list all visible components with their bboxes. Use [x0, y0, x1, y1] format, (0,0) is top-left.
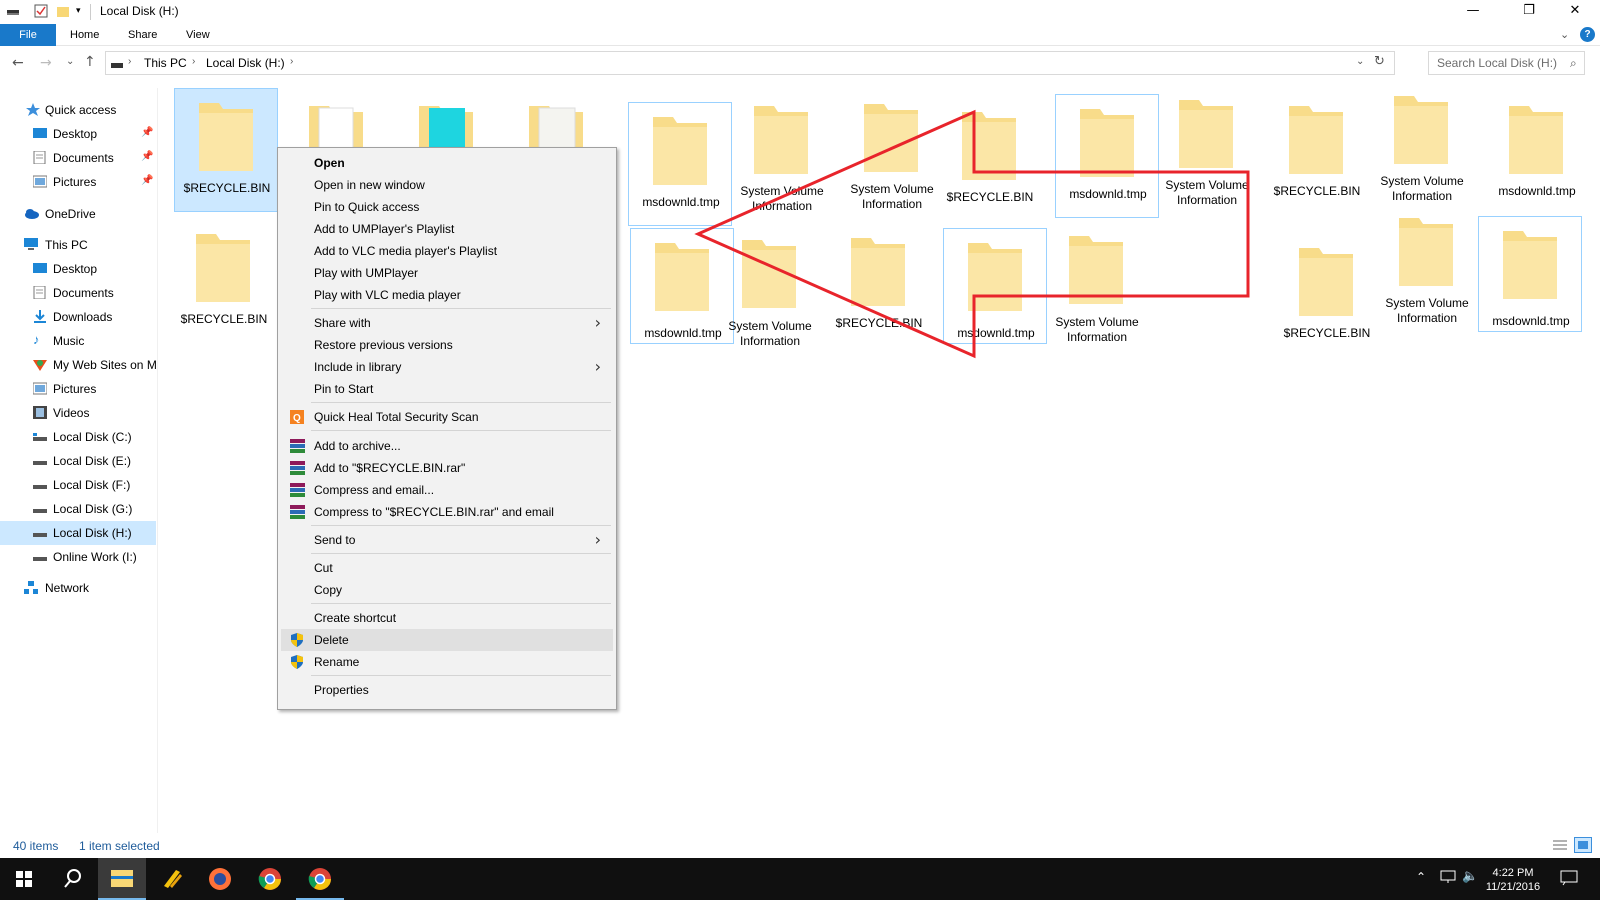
search-button[interactable] [48, 858, 96, 900]
menu-item-play-vlc[interactable]: Play with VLC media player [281, 284, 613, 306]
submenu-arrow-icon: › [594, 357, 601, 376]
details-view-icon[interactable] [1552, 838, 1568, 852]
menu-item-quick-heal[interactable]: Q Quick Heal Total Security Scan [281, 406, 613, 428]
action-center-icon[interactable] [1560, 870, 1578, 886]
winrar-icon [290, 483, 305, 497]
menu-item-send-to[interactable]: Send to › [281, 529, 613, 551]
svg-text:Q: Q [293, 413, 301, 424]
chrome-icon[interactable] [246, 858, 294, 900]
menu-separator [311, 402, 611, 403]
shield-icon [290, 633, 305, 647]
menu-item-restore-versions[interactable]: Restore previous versions [281, 334, 613, 356]
clock-time: 4:22 PM [1492, 867, 1534, 879]
status-bar: 40 items 1 item selected [0, 836, 1600, 858]
menu-item-copy[interactable]: Copy [281, 579, 613, 601]
menu-separator [311, 675, 611, 676]
start-button[interactable] [0, 858, 48, 900]
menu-separator [311, 525, 611, 526]
network-tray-icon[interactable] [1440, 870, 1456, 884]
winrar-icon [290, 439, 305, 453]
menu-item-compress-email[interactable]: Compress and email... [281, 479, 613, 501]
selection-count: 1 item selected [79, 839, 160, 853]
menu-item-include-library[interactable]: Include in library › [281, 356, 613, 378]
submenu-arrow-icon: › [594, 530, 601, 549]
winrar-icon [290, 461, 305, 475]
annotation-arrow-large [694, 109, 1250, 359]
menu-separator [311, 603, 611, 604]
annotation-arrows [395, 109, 1250, 675]
taskbar-clock[interactable]: 4:22 PM 11/21/2016 [1478, 866, 1548, 894]
item-count: 40 items [13, 839, 59, 853]
quick-heal-icon: Q [290, 410, 305, 424]
menu-separator [311, 553, 611, 554]
menu-item-add-vlc[interactable]: Add to VLC media player's Playlist [281, 240, 613, 262]
submenu-arrow-icon: › [594, 313, 601, 332]
menu-item-open[interactable]: Open [281, 152, 613, 174]
menu-separator [311, 430, 611, 431]
menu-item-properties[interactable]: Properties [281, 679, 613, 701]
menu-item-share-with[interactable]: Share with › [281, 312, 613, 334]
menu-item-create-shortcut[interactable]: Create shortcut [281, 607, 613, 629]
menu-item-add-rar[interactable]: Add to "$RECYCLE.BIN.rar" [281, 457, 613, 479]
firefox-icon[interactable] [196, 858, 244, 900]
menu-item-play-umplayer[interactable]: Play with UMPlayer [281, 262, 613, 284]
menu-item-pin-start[interactable]: Pin to Start [281, 378, 613, 400]
winrar-taskbar-icon[interactable] [148, 858, 196, 900]
large-icons-view-icon[interactable] [1574, 837, 1592, 853]
taskbar: ⌃ 🔈 [0, 858, 1600, 900]
menu-item-compress-rar-email[interactable]: Compress to "$RECYCLE.BIN.rar" and email [281, 501, 613, 523]
menu-item-cut[interactable]: Cut [281, 557, 613, 579]
menu-item-add-umplayer[interactable]: Add to UMPlayer's Playlist [281, 218, 613, 240]
clock-date: 11/21/2016 [1485, 881, 1541, 893]
chrome-icon[interactable] [296, 858, 344, 900]
show-hidden-icons-icon[interactable]: ⌃ [1416, 870, 1426, 884]
winrar-icon [290, 505, 305, 519]
menu-item-pin-quick-access[interactable]: Pin to Quick access [281, 196, 613, 218]
volume-icon[interactable]: 🔈 [1462, 869, 1478, 884]
context-menu: Open Open in new window Pin to Quick acc… [277, 147, 617, 710]
shield-icon [290, 655, 305, 669]
menu-item-add-archive[interactable]: Add to archive... [281, 435, 613, 457]
menu-item-rename[interactable]: Rename [281, 651, 613, 673]
menu-item-delete[interactable]: Delete [281, 629, 613, 651]
menu-item-open-new-window[interactable]: Open in new window [281, 174, 613, 196]
file-explorer-taskbar-icon[interactable] [98, 858, 146, 900]
menu-separator [311, 308, 611, 309]
